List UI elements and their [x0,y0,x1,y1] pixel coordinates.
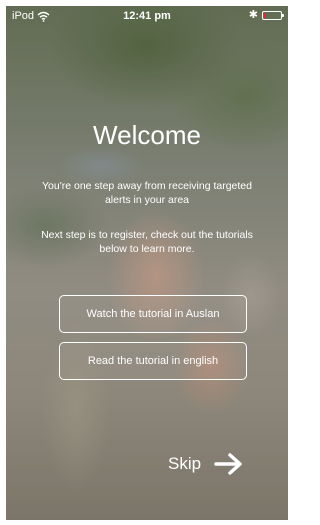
welcome-instructions: Next step is to register, check out the … [41,229,253,255]
arrow-right-icon [214,453,242,475]
welcome-content: Welcome You're one step away from receiv… [6,6,288,520]
read-english-tutorial-button[interactable]: Read the tutorial in english [59,342,247,380]
welcome-title: Welcome [93,120,201,150]
watch-auslan-tutorial-button[interactable]: Watch the tutorial in Auslan [59,295,247,333]
skip-label: Skip [168,454,202,473]
welcome-subtitle: You're one step away from receiving targ… [42,180,252,206]
skip-button[interactable]: Skip [168,450,245,478]
app-screen: iPod 12:41 pm ✱ Welcome You're one step … [6,6,288,520]
